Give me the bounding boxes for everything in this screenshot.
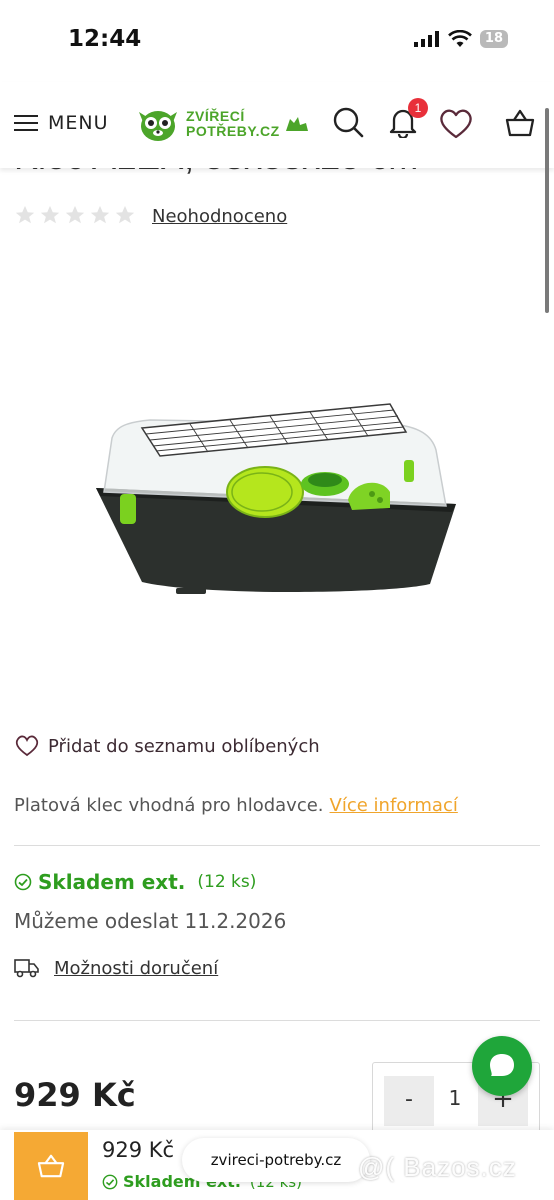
- heart-outline-icon: [15, 735, 39, 757]
- wifi-icon: [448, 30, 472, 47]
- rating-stars: [14, 204, 136, 226]
- star-icon: [40, 205, 60, 224]
- star-icon: [90, 205, 110, 224]
- pets-logo-icon: [285, 117, 308, 131]
- basket-icon: [37, 1154, 65, 1178]
- scrollbar[interactable]: [545, 108, 549, 313]
- signal-icon: [413, 31, 439, 47]
- star-icon: [115, 205, 135, 224]
- logo-line2: POTŘEBY.CZ: [186, 123, 280, 139]
- battery-indicator: 18: [479, 30, 508, 48]
- star-icon: [15, 205, 35, 224]
- hamburger-icon: [14, 115, 38, 131]
- quantity-input[interactable]: 1: [440, 1086, 470, 1110]
- status-time: 12:44: [68, 26, 142, 52]
- add-to-favorites-button[interactable]: Přidat do seznamu oblíbených: [14, 735, 320, 757]
- sticky-cart-bar: 929 Kč Skladem ext. (12 ks) zvireci-potr…: [0, 1130, 554, 1200]
- heart-icon[interactable]: [438, 108, 474, 140]
- product-price: 929 Kč: [14, 1076, 136, 1114]
- delivery-options-link[interactable]: Možnosti doručení: [14, 957, 218, 979]
- delivery-label: Možnosti doručení: [54, 957, 219, 979]
- add-to-cart-button[interactable]: [14, 1132, 88, 1200]
- divider: [14, 845, 540, 846]
- product-description: Platová klec vhodná pro hlodavce. Více in…: [14, 795, 458, 816]
- status-icons: 18: [413, 30, 508, 48]
- notification-badge: 1: [408, 98, 428, 118]
- menu-button[interactable]: MENU: [14, 112, 109, 134]
- quantity-minus-button[interactable]: -: [384, 1076, 434, 1126]
- search-icon[interactable]: [332, 106, 364, 138]
- star-icon: [65, 205, 85, 224]
- lemur-logo-icon: [139, 111, 177, 141]
- chat-button[interactable]: [472, 1036, 532, 1096]
- check-circle-icon: [102, 1174, 118, 1189]
- check-circle-icon: [14, 873, 32, 891]
- divider: [14, 1020, 540, 1021]
- basket-icon[interactable]: [504, 108, 536, 138]
- site-logo[interactable]: ZVÍŘECÍ POTŘEBY.CZ: [134, 104, 310, 144]
- truck-icon: [14, 959, 39, 978]
- rating-link[interactable]: Neohodnoceno: [152, 206, 287, 227]
- chat-bubble-icon: [490, 1054, 514, 1076]
- menu-label: MENU: [48, 112, 109, 134]
- stock-label: Skladem ext.: [38, 870, 186, 894]
- stock-count: (12 ks): [197, 872, 257, 892]
- logo-line1: ZVÍŘECÍ: [186, 108, 245, 124]
- favorites-label: Přidat do seznamu oblíbených: [48, 735, 320, 757]
- ship-date: Můžeme odeslat 11.2.2026: [14, 909, 287, 933]
- description-text: Platová klec vhodná pro hlodavce.: [14, 795, 324, 816]
- product-image[interactable]: [90, 396, 462, 606]
- more-info-link[interactable]: Více informací: [330, 795, 458, 816]
- browser-url-pill[interactable]: zvireci-potreby.cz: [182, 1138, 370, 1182]
- sticky-price: 929 Kč: [102, 1138, 175, 1162]
- site-header: MENU ZVÍŘECÍ POTŘEBY.CZ 1: [0, 82, 554, 168]
- watermark: @( Bazos.cz: [358, 1152, 517, 1182]
- stock-status: Skladem ext. (12 ks): [14, 870, 256, 894]
- notifications-button[interactable]: 1: [388, 98, 428, 140]
